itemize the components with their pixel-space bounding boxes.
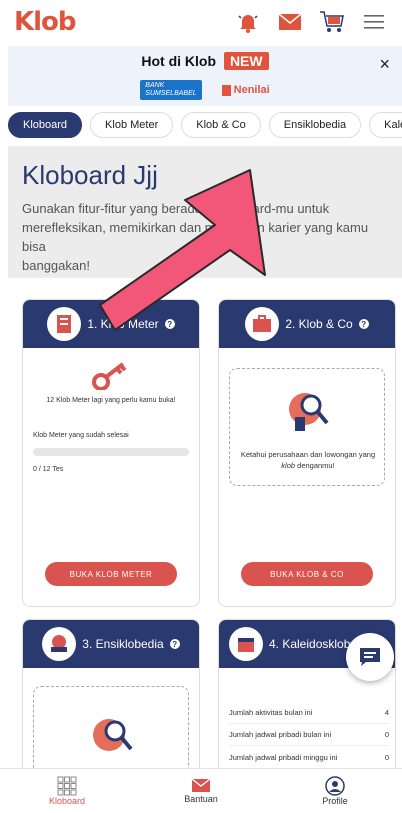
help-icon[interactable]: ? <box>358 319 369 329</box>
desc-pre: Ketahui perusahaan dan lowongan yang <box>240 450 376 459</box>
feature-tabs: Kloboard Klob Meter Klob & Co Ensiklobed… <box>0 112 402 140</box>
tab-kloboard[interactable]: Kloboard <box>8 112 83 138</box>
bank-sumselbabel-logo: BANK SUMSELBABEL <box>140 80 202 100</box>
briefcase-icon <box>245 307 280 341</box>
brain-book-icon <box>42 627 77 661</box>
stat-row: Jumlah aktivitas bulan ini 4 <box>229 702 389 724</box>
help-icon[interactable]: ? <box>164 319 175 329</box>
stat-value: 0 <box>384 730 389 739</box>
stat-row: Jumlah jadwal pribadi bulan ini 0 <box>229 724 389 746</box>
tab-kaleidosklob[interactable]: Kaleidosklob <box>369 112 402 138</box>
bank-logo-line2: SUMSELBABEL <box>145 90 197 97</box>
ensiklobedia-illustration-box <box>33 686 189 778</box>
stat-value: 0 <box>384 752 389 762</box>
tab-klob-meter[interactable]: Klob Meter <box>90 112 174 138</box>
card-title: 2. Klob & Co <box>285 317 353 331</box>
magnifier-illustration-icon <box>93 719 133 751</box>
key-icon <box>92 362 127 391</box>
bank-logo-line1: BANK <box>145 82 165 89</box>
hero-desc-line1: Gunakan fitur-fitur yang berada di Klobo… <box>22 201 330 216</box>
mail-icon <box>191 778 211 792</box>
stat-label: Jumlah jadwal pribadi minggu ini <box>229 752 338 762</box>
clipboard-icon <box>47 307 82 341</box>
desc-em: klob <box>281 461 296 470</box>
nenilai-logo: Nenilai <box>221 80 270 100</box>
stat-value: 4 <box>384 708 389 717</box>
hero-description: Gunakan fitur-fitur yang berada di Klobo… <box>22 199 388 275</box>
meter-done-label: Klob Meter yang sudah selesai <box>33 432 129 439</box>
klob-logo[interactable]: Klob <box>14 7 77 37</box>
magnifier-illustration-icon <box>289 393 329 431</box>
nav-kloboard[interactable]: Kloboard <box>27 776 107 806</box>
klob-meter-card: 1. Klob Meter ? 12 Klob Meter lagi yang … <box>22 299 200 607</box>
notification-bell-icon[interactable] <box>234 8 262 36</box>
hero-desc-line2: merefleksikan, memikirkan dan menyusun k… <box>22 220 369 254</box>
tab-ensiklobedia[interactable]: Ensiklobedia <box>268 112 362 138</box>
klob-co-illustration-box: Ketahui perusahaan dan lowongan yang klo… <box>229 368 385 486</box>
help-icon[interactable]: ? <box>169 639 180 649</box>
promo-title: Hot di Klob <box>141 53 217 69</box>
card-header: 3. Ensiklobedia ? <box>23 620 199 668</box>
calendar-cart-icon <box>229 627 263 661</box>
top-bar: Klob <box>0 0 402 44</box>
hamburger-menu-icon[interactable] <box>360 8 388 36</box>
tab-klob-co[interactable]: Klob & Co <box>181 112 261 138</box>
nav-label: Bantuan <box>184 794 218 804</box>
bottom-navigation: Kloboard Bantuan Profile <box>0 768 402 813</box>
mail-icon[interactable] <box>276 8 304 36</box>
nav-label: Profile <box>322 796 348 806</box>
stat-label: Jumlah jadwal pribadi bulan ini <box>229 730 332 739</box>
card-title: 4. Kaleidosklob <box>269 637 351 651</box>
card-title: 1. Klob Meter <box>87 317 159 331</box>
desc-post: denganmu! <box>297 461 335 470</box>
cart-icon[interactable] <box>318 8 346 36</box>
nenilai-mark-icon <box>221 84 231 96</box>
new-badge: NEW <box>223 52 269 70</box>
user-icon <box>325 776 345 796</box>
hero-desc-line3: banggakan! <box>22 258 90 273</box>
card-header: 2. Klob & Co ? <box>219 300 395 348</box>
page-title: Kloboard Jjj <box>22 160 158 190</box>
nav-label: Kloboard <box>48 796 86 806</box>
progress-text: 0 / 12 Tes <box>33 466 64 473</box>
partner-name: Nenilai <box>233 84 270 96</box>
klob-co-description: Ketahui perusahaan dan lowongan yang klo… <box>232 449 384 471</box>
nav-bantuan[interactable]: Bantuan <box>161 778 241 804</box>
close-icon[interactable]: × <box>379 54 390 75</box>
grid-icon <box>57 776 77 796</box>
stat-label: Jumlah aktivitas bulan ini <box>229 708 313 717</box>
meter-remaining-text: 12 Klob Meter lagi yang perlu kamu buka! <box>46 397 176 404</box>
nav-profile[interactable]: Profile <box>295 776 375 806</box>
progress-bar <box>33 448 189 456</box>
kaleido-stats: Jumlah aktivitas bulan ini 4 Jumlah jadw… <box>229 702 389 768</box>
card-header: 1. Klob Meter ? <box>23 300 199 348</box>
ensiklobedia-card: 3. Ensiklobedia ? <box>22 619 200 779</box>
open-klob-co-button[interactable]: BUKA KLOB & CO <box>241 562 373 586</box>
open-klob-meter-button[interactable]: BUKA KLOB METER <box>45 562 177 586</box>
klob-co-card: 2. Klob & Co ? Ketahui perusahaan dan lo… <box>218 299 396 607</box>
card-title: 3. Ensiklobedia <box>82 637 164 651</box>
hero-section: Kloboard Jjj Gunakan fitur-fitur yang be… <box>8 146 402 278</box>
chat-icon <box>360 648 380 666</box>
chat-fab-button[interactable] <box>346 633 394 681</box>
stat-row: Jumlah jadwal pribadi minggu ini 0 <box>229 746 389 768</box>
promo-banner[interactable]: Hot di Klob NEW BANK SUMSELBABEL Nenilai… <box>8 46 402 106</box>
